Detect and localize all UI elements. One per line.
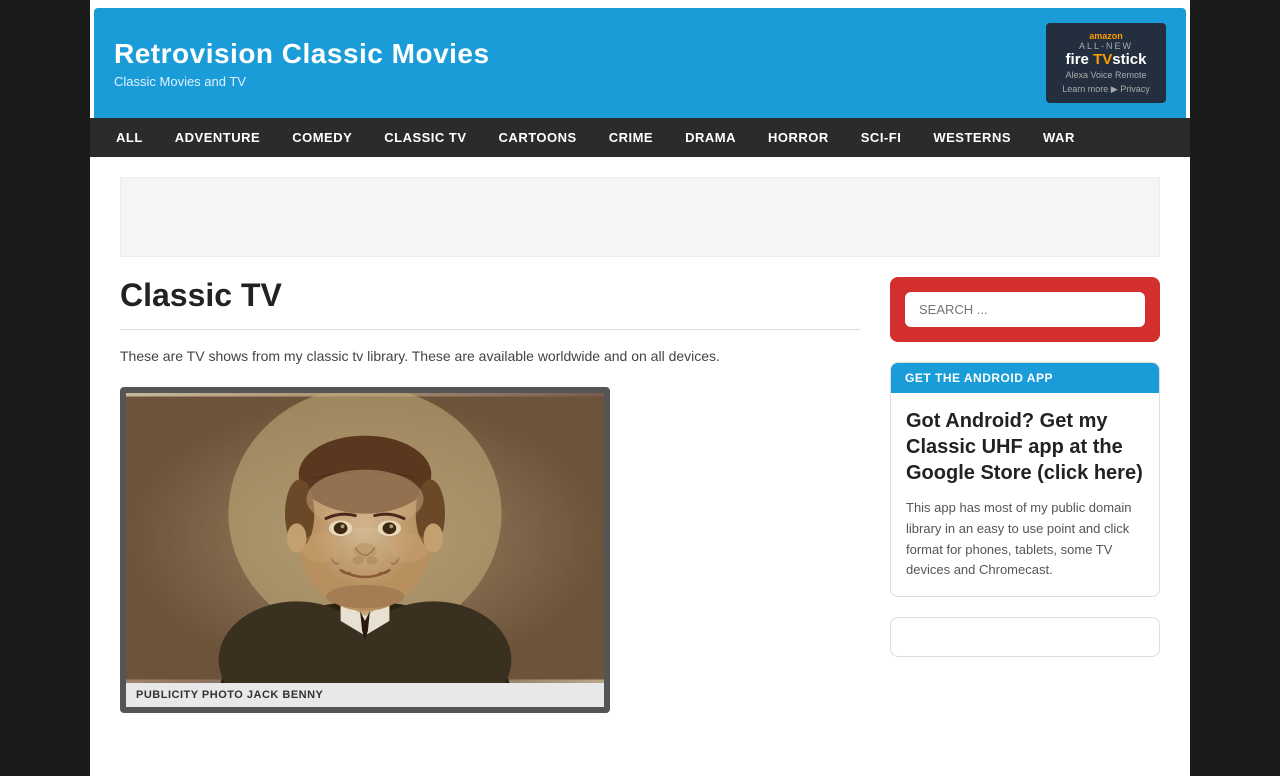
second-widget [890, 617, 1160, 657]
nav-link-all[interactable]: ALL [100, 118, 159, 157]
nav-link-classic-tv[interactable]: CLASSIC TV [368, 118, 482, 157]
main-nav: ALLADVENTURECOMEDYCLASSIC TVCARTOONSCRIM… [90, 118, 1190, 157]
amazon-label: amazon [1058, 31, 1154, 41]
sidebar: GET THE ANDROID APP Got Android? Get my … [890, 277, 1160, 713]
nav-item-classic-tv: CLASSIC TV [368, 118, 482, 157]
site-title: Retrovision Classic Movies [114, 38, 490, 70]
nav-link-crime[interactable]: CRIME [593, 118, 669, 157]
nav-link-cartoons[interactable]: CARTOONS [483, 118, 593, 157]
nav-item-all: ALL [100, 118, 159, 157]
nav-link-drama[interactable]: DRAMA [669, 118, 752, 157]
nav-link-westerns[interactable]: WESTERNS [917, 118, 1027, 157]
nav-item-war: WAR [1027, 118, 1091, 157]
site-subtitle: Classic Movies and TV [114, 74, 490, 89]
nav-link-horror[interactable]: HORROR [752, 118, 845, 157]
search-widget [890, 277, 1160, 342]
android-widget-text: This app has most of my public domain li… [906, 498, 1144, 581]
alexa-label: Alexa Voice Remote [1058, 70, 1154, 80]
nav-item-sci-fi: SCI-FI [845, 118, 918, 157]
fire-tv-label: fire TVstick [1058, 51, 1154, 68]
content-image [126, 393, 604, 683]
search-input[interactable] [905, 292, 1145, 327]
nav-link-adventure[interactable]: ADVENTURE [159, 118, 276, 157]
content-image-wrapper: PUBLICITY PHOTO JACK BENNY [120, 387, 610, 713]
nav-link-sci-fi[interactable]: SCI-FI [845, 118, 918, 157]
site-header: Retrovision Classic Movies Classic Movie… [94, 8, 1186, 118]
ad-space [120, 177, 1160, 257]
nav-item-westerns: WESTERNS [917, 118, 1027, 157]
learn-more-link[interactable]: Learn more ▶ Privacy [1058, 84, 1154, 95]
page-title: Classic TV [120, 277, 860, 330]
content-layout: Classic TV These are TV shows from my cl… [120, 277, 1160, 713]
main-content: Classic TV These are TV shows from my cl… [120, 277, 860, 713]
nav-item-crime: CRIME [593, 118, 669, 157]
android-widget: GET THE ANDROID APP Got Android? Get my … [890, 362, 1160, 597]
nav-link-comedy[interactable]: COMEDY [276, 118, 368, 157]
site-branding: Retrovision Classic Movies Classic Movie… [114, 38, 490, 89]
image-caption: PUBLICITY PHOTO JACK BENNY [126, 683, 604, 707]
android-widget-body: Got Android? Get my Classic UHF app at t… [891, 393, 1159, 596]
android-widget-header: GET THE ANDROID APP [891, 363, 1159, 393]
nav-item-adventure: ADVENTURE [159, 118, 276, 157]
page-description: These are TV shows from my classic tv li… [120, 345, 860, 367]
android-widget-title[interactable]: Got Android? Get my Classic UHF app at t… [906, 408, 1144, 486]
nav-item-drama: DRAMA [669, 118, 752, 157]
nav-link-war[interactable]: WAR [1027, 118, 1091, 157]
nav-item-cartoons: CARTOONS [483, 118, 593, 157]
all-new-label: ALL-NEW [1058, 41, 1154, 51]
header-ad[interactable]: amazon ALL-NEW fire TVstick Alexa Voice … [1046, 23, 1166, 103]
main-content-wrapper: Classic TV These are TV shows from my cl… [90, 157, 1190, 733]
nav-item-comedy: COMEDY [276, 118, 368, 157]
nav-item-horror: HORROR [752, 118, 845, 157]
